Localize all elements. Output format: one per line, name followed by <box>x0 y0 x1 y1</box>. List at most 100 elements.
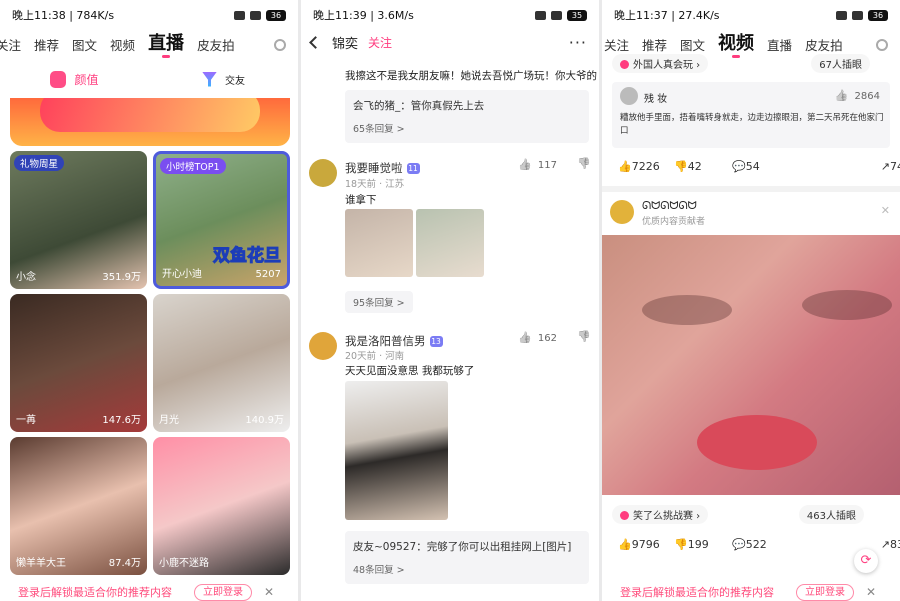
close-icon[interactable]: ✕ <box>866 585 876 599</box>
comment-text: 谁拿下 <box>345 194 377 206</box>
post-actions: 👍 7226 👎 42 💬 54 ↗ 744 <box>602 160 900 184</box>
tab-live[interactable]: 直播 <box>767 35 792 54</box>
follow-button[interactable]: 关注 <box>368 34 392 51</box>
live-card[interactable]: 礼物周星 小念 351.9万 <box>10 151 147 289</box>
dislike-icon[interactable]: 👎 <box>577 330 591 343</box>
like-button[interactable]: 👍 7226 <box>618 160 660 173</box>
signal-icon <box>535 10 546 20</box>
live-card[interactable]: 懒羊羊大王 87.4万 <box>10 437 147 575</box>
wifi-icon <box>250 10 261 20</box>
top-nav: 关注 推荐 图文 视频 直播 皮友拍 <box>0 30 298 58</box>
like-button[interactable]: 162 <box>518 331 557 344</box>
search-icon[interactable] <box>274 39 286 51</box>
login-prompt-text: 登录后解锁最适合你的推荐内容 <box>620 586 774 599</box>
reply-preview[interactable]: 会飞的猪_：管你真假先上去 65条回复 > <box>345 90 589 143</box>
video-feed-screen: 晚上11:37 | 27.4K/s 36 关注 推荐 图文 视频 直播 皮友拍 … <box>602 0 900 601</box>
tab-video[interactable]: 视频 <box>718 34 754 58</box>
comment-image[interactable] <box>345 381 448 520</box>
comment-button[interactable]: 💬 54 <box>732 160 760 173</box>
share-button[interactable]: ↗ 831 <box>881 538 900 551</box>
subtab-social[interactable]: 交友 <box>149 62 298 96</box>
card-badge: 小时榜TOP1 <box>160 158 226 174</box>
author-name[interactable]: 锦奕 <box>332 33 358 52</box>
reply-preview[interactable]: 皮友~09527：完够了你可以出租挂网上[图片] 48条回复 > <box>345 531 589 584</box>
card-name: 小念 <box>16 272 36 283</box>
tab-video[interactable]: 视频 <box>110 35 135 54</box>
comment-image[interactable] <box>345 209 413 277</box>
card-name: 懒羊羊大王 <box>16 558 66 569</box>
login-button[interactable]: 立即登录 <box>796 583 854 601</box>
watch-count[interactable]: 463人插眼 <box>798 505 864 524</box>
comment-text: 我擦这不是我女朋友嘛！她说去吾悦广场玩！你大爷的 <box>345 70 597 82</box>
level-badge: 11 <box>406 163 420 174</box>
close-icon[interactable]: ✕ <box>264 585 274 599</box>
hot-comment-like[interactable]: 2864 <box>835 89 880 102</box>
comment-button[interactable]: 💬 522 <box>732 538 767 551</box>
avatar[interactable] <box>620 87 638 105</box>
login-button[interactable]: 立即登录 <box>194 583 252 601</box>
tab-graphic[interactable]: 图文 <box>72 35 97 54</box>
avatar[interactable] <box>309 159 337 187</box>
live-subtabs: 颜值 交友 <box>0 62 298 96</box>
topic-tag[interactable]: 外国人真会玩 › <box>612 54 709 73</box>
tab-pyp[interactable]: 皮友拍 <box>197 35 235 54</box>
hot-comment[interactable]: 残 妆 2864 糟放他手里面，捂着嘴转身就走，边走边擦眼泪，第二天吊死在他家门… <box>612 82 890 148</box>
dislike-button[interactable]: 👎 199 <box>674 538 709 551</box>
more-icon[interactable]: ··· <box>569 33 587 52</box>
topic-tag[interactable]: 笑了么挑战赛 › <box>612 505 709 524</box>
hot-comment-user[interactable]: 残 妆 <box>644 90 667 105</box>
avatar[interactable] <box>610 200 634 224</box>
dislike-button[interactable]: 👎 42 <box>674 160 702 173</box>
card-badge: 礼物周星 <box>14 155 65 171</box>
back-icon[interactable] <box>309 35 322 49</box>
live-card[interactable]: 一苒 147.6万 <box>10 294 147 432</box>
comment-image[interactable] <box>416 209 484 277</box>
poster-name[interactable]: ᘏᗢᘏᗢᘏᗢ <box>642 199 697 213</box>
comment-meta: 18天前 · 江苏 <box>345 179 405 190</box>
card-popularity: 140.9万 <box>245 415 284 426</box>
promo-banner[interactable] <box>10 98 290 146</box>
like-button[interactable]: 👍 9796 <box>618 538 660 551</box>
live-card[interactable]: 小时榜TOP1 双鱼花旦 开心小迪 5207 <box>153 151 290 289</box>
dislike-icon[interactable]: 👎 <box>577 157 591 170</box>
tab-follow[interactable]: 关注 <box>0 35 21 54</box>
status-text: 晚上11:39 | 3.6M/s <box>313 9 414 22</box>
status-bar: 晚上11:38 | 784K/s 36 <box>0 0 298 30</box>
topic-icon <box>620 60 629 69</box>
live-card[interactable]: 小鹿不迷路 <box>153 437 290 575</box>
refresh-icon[interactable]: ⟳ <box>854 549 878 573</box>
battery-icon: 36 <box>868 9 888 21</box>
subtab-looks[interactable]: 颜值 <box>0 62 149 96</box>
commenter-name[interactable]: 我要睡觉啦 11 <box>345 160 420 176</box>
tab-live[interactable]: 直播 <box>148 34 184 58</box>
status-bar: 晚上11:37 | 27.4K/s 36 <box>602 0 900 30</box>
reply-count[interactable]: 48条回复 > <box>345 558 589 584</box>
avatar[interactable] <box>309 332 337 360</box>
reply-count[interactable]: 95条回复 > <box>345 291 413 313</box>
card-name: 月光 <box>159 415 179 426</box>
card-overlay-text: 双鱼花旦 <box>213 246 282 267</box>
hot-comment-text: 糟放他手里面，捂着嘴转身就走，边走边擦眼泪，第二天吊死在他家门口 <box>620 113 884 136</box>
live-card[interactable]: 月光 140.9万 <box>153 294 290 432</box>
watch-count[interactable]: 67人插眼 <box>811 54 870 73</box>
tab-follow[interactable]: 关注 <box>604 35 629 54</box>
like-button[interactable]: 117 <box>518 158 557 171</box>
tab-graphic[interactable]: 图文 <box>680 35 705 54</box>
commenter-name[interactable]: 我是洛阳普信男 13 <box>345 333 443 349</box>
search-icon[interactable] <box>876 39 888 51</box>
tab-recommend[interactable]: 推荐 <box>642 35 667 54</box>
tab-recommend[interactable]: 推荐 <box>34 35 59 54</box>
reply-text: 皮友~09527：完够了你可以出租挂网上[图片] <box>353 541 572 553</box>
social-icon <box>202 71 217 87</box>
status-text: 晚上11:37 | 27.4K/s <box>614 9 720 22</box>
reply-count[interactable]: 65条回复 > <box>345 117 589 143</box>
close-icon[interactable]: ✕ <box>881 204 890 217</box>
post-comments-screen: 晚上11:39 | 3.6M/s 35 锦奕 关注 ··· 我擦这不是我女朋友嘛… <box>301 0 599 601</box>
card-name: 开心小迪 <box>162 269 202 280</box>
video-player[interactable] <box>602 235 900 495</box>
signal-icon <box>836 10 847 20</box>
share-button[interactable]: ↗ 744 <box>881 160 900 173</box>
comment-meta: 20天前 · 河南 <box>345 351 405 362</box>
video-frame-detail <box>642 295 732 325</box>
tab-pyp[interactable]: 皮友拍 <box>805 35 843 54</box>
